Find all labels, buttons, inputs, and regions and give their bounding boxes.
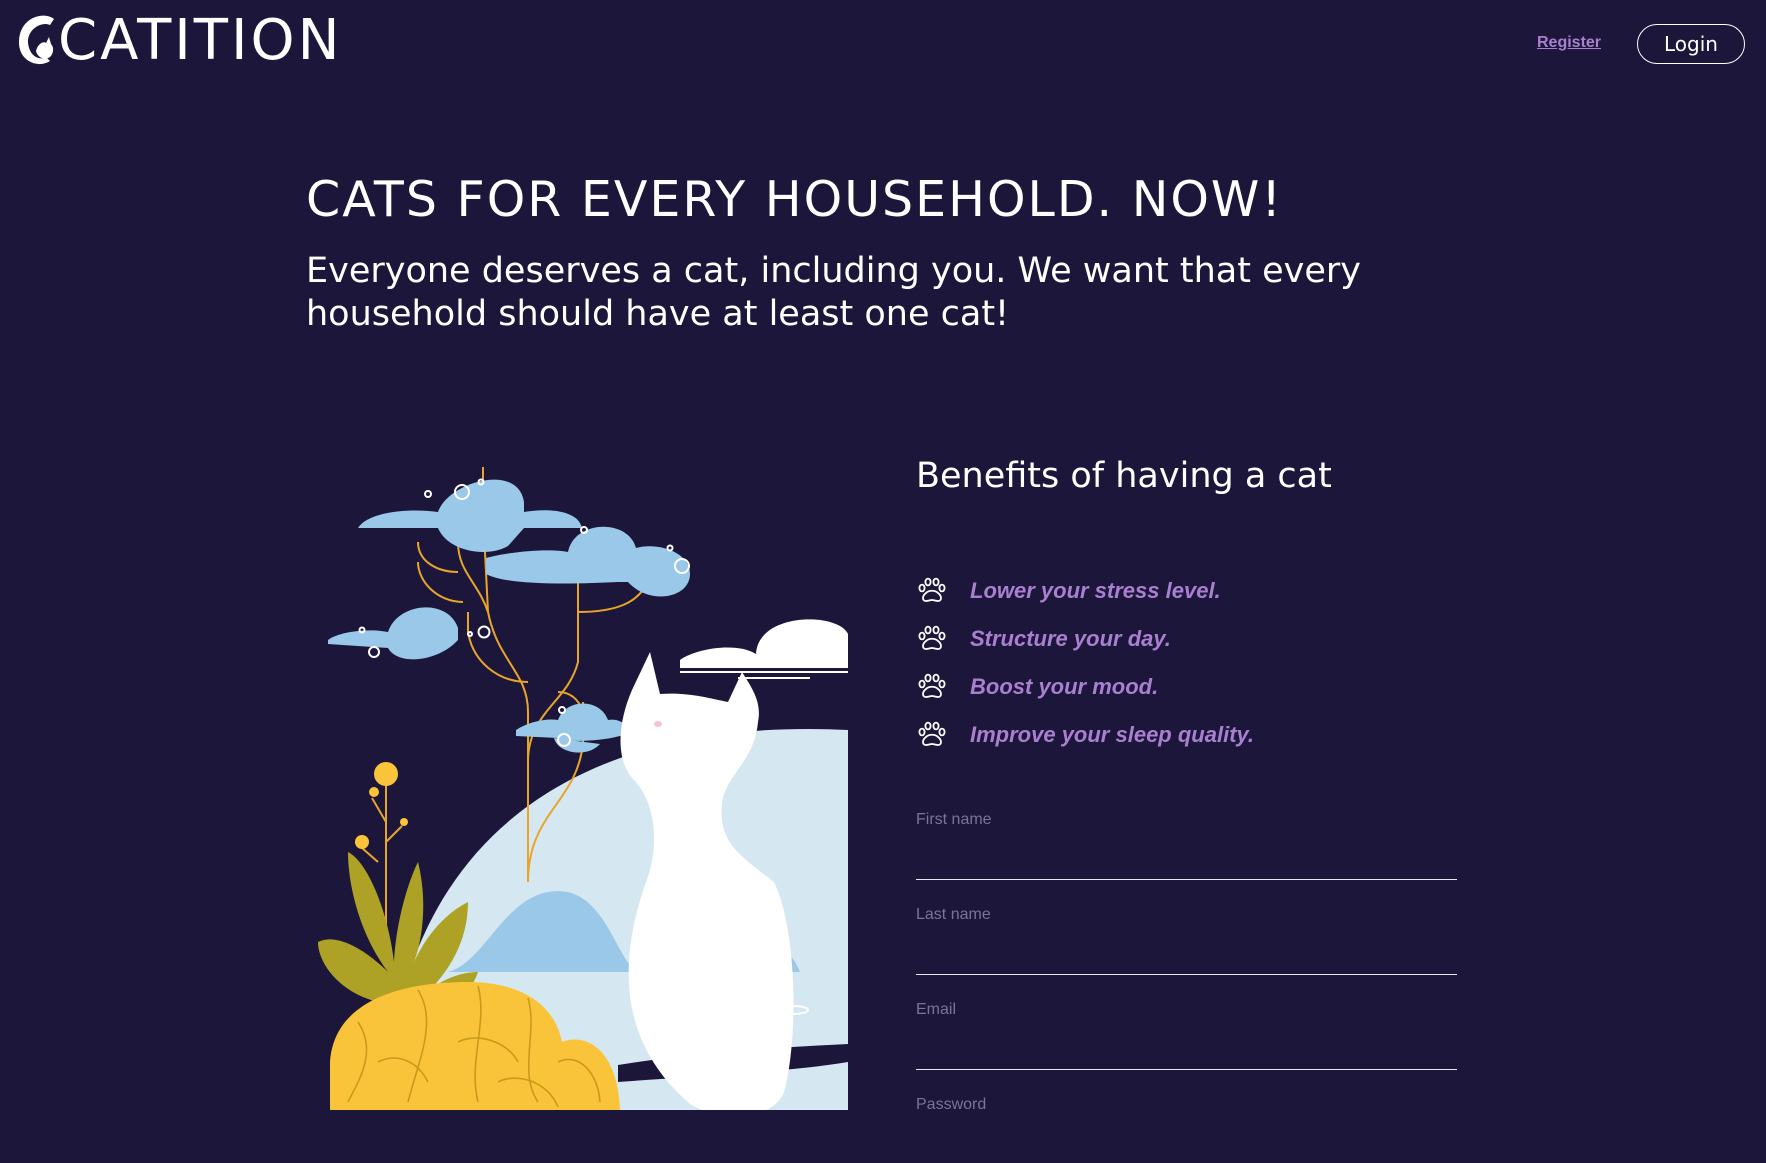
paw-icon: [918, 625, 946, 650]
email-label: Email: [916, 1001, 957, 1018]
benefit-item: Improve your sleep quality.: [916, 711, 1254, 759]
hero-title: CATS FOR EVERY HOUSEHOLD. NOW!: [306, 171, 1284, 228]
password-input[interactable]: [916, 1129, 1457, 1163]
benefit-label: Structure your day.: [970, 626, 1171, 651]
first-name-input[interactable]: [916, 844, 1457, 880]
benefit-label: Boost your mood.: [970, 674, 1159, 699]
benefits-title: Benefits of having a cat: [916, 456, 1332, 496]
email-input[interactable]: [916, 1034, 1457, 1070]
cat-illustration: [318, 467, 848, 1110]
landing-page: CATITION Register Login CATS FOR EVERY H…: [0, 0, 1766, 1163]
benefit-item: Lower your stress level.: [916, 567, 1254, 615]
logo[interactable]: CATITION: [16, 10, 342, 72]
benefit-label: Lower your stress level.: [970, 578, 1221, 603]
first-name-field: First name: [916, 810, 1457, 905]
benefits-list: Lower your stress level. Structure your …: [916, 567, 1254, 759]
benefit-item: Structure your day.: [916, 615, 1254, 663]
last-name-field: Last name: [916, 905, 1457, 1000]
paw-icon: [918, 577, 946, 602]
registration-form: First name Last name Email Password: [916, 810, 1457, 1163]
paw-icon: [918, 673, 946, 698]
password-field: Password: [916, 1095, 1457, 1163]
register-link[interactable]: Register: [1537, 34, 1601, 52]
email-field: Email: [916, 1000, 1457, 1095]
last-name-input[interactable]: [916, 939, 1457, 975]
benefit-label: Improve your sleep quality.: [970, 722, 1255, 747]
login-button[interactable]: Login: [1637, 24, 1745, 64]
cat-logo-icon: [18, 15, 55, 65]
hero-subtitle: Everyone deserves a cat, including you. …: [306, 251, 1361, 334]
first-name-label: First name: [916, 811, 992, 828]
password-label: Password: [916, 1096, 987, 1113]
logo-text: CATITION: [58, 8, 343, 73]
benefit-item: Boost your mood.: [916, 663, 1254, 711]
last-name-label: Last name: [916, 906, 991, 923]
paw-icon: [918, 721, 946, 746]
